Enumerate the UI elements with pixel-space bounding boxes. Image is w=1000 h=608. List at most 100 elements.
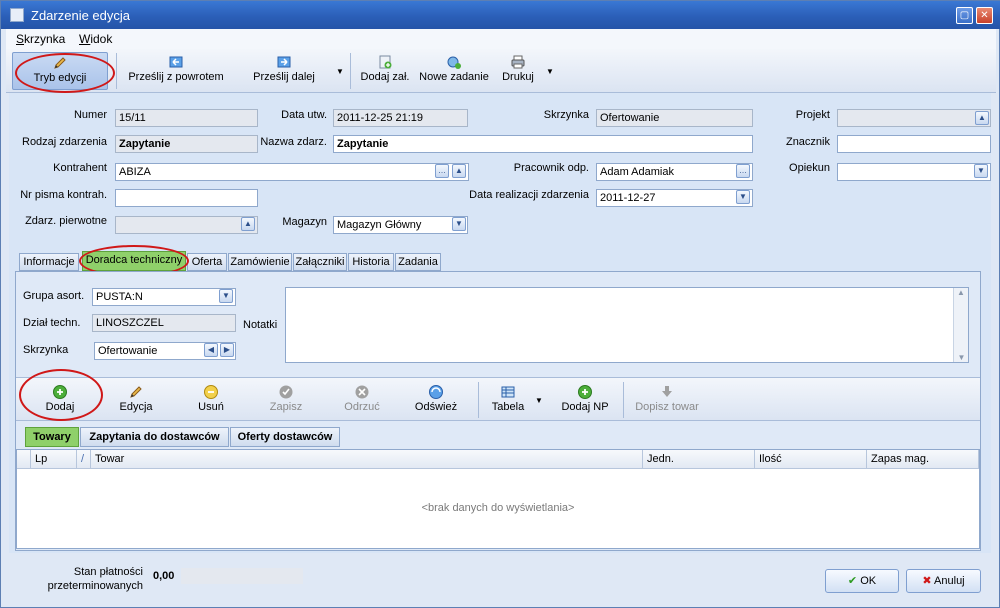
- opiekun-field[interactable]: [837, 163, 991, 181]
- send-back-label: Prześlij z powrotem: [128, 71, 224, 83]
- add-item-label: Dopisz towar: [635, 401, 699, 413]
- pracownik-browse-icon[interactable]: …: [736, 164, 750, 178]
- ok-button[interactable]: ✔ OK: [825, 569, 899, 593]
- kontrahent-browse-icon[interactable]: …: [435, 164, 449, 178]
- table-button[interactable]: Tabela: [486, 382, 530, 418]
- tab-zalaczniki[interactable]: Załączniki: [293, 253, 347, 271]
- delete-label: Usuń: [198, 401, 224, 413]
- save-button[interactable]: Zapisz: [256, 382, 316, 418]
- send-forward-dropdown-icon[interactable]: ▼: [336, 67, 344, 76]
- grupa-dropdown-icon[interactable]: ▼: [219, 289, 233, 303]
- tab-towary[interactable]: Towary: [25, 427, 79, 447]
- toolbar-separator: [116, 53, 117, 89]
- stan-value-field: [181, 568, 303, 584]
- grupa-field[interactable]: PUSTA:N: [92, 288, 236, 306]
- menu-bar: Skrzynka Widok: [6, 29, 996, 49]
- tab-doradca-techniczny[interactable]: Doradca techniczny: [82, 251, 186, 271]
- add-attachment-label: Dodaj zał.: [360, 71, 410, 83]
- stan-value: 0,00: [153, 570, 175, 582]
- grid-header-jedn[interactable]: Jedn.: [643, 450, 755, 469]
- tab-informacje[interactable]: Informacje: [19, 253, 79, 271]
- nr-pisma-label: Nr pisma kontrah.: [20, 189, 107, 201]
- add-attachment-button[interactable]: Dodaj zał.: [356, 52, 414, 90]
- table-icon: [500, 384, 516, 400]
- maximize-button[interactable]: ▢: [956, 7, 973, 24]
- print-dropdown-icon[interactable]: ▼: [546, 67, 554, 76]
- grid-header-ilosc[interactable]: Ilość: [755, 450, 867, 469]
- send-forward-label: Prześlij dalej: [253, 71, 315, 83]
- magazyn-dropdown-icon[interactable]: ▼: [452, 217, 466, 231]
- tab-zadania[interactable]: Zadania: [395, 253, 441, 271]
- add-icon: [52, 384, 68, 400]
- skrzynka-next-icon[interactable]: ▶: [220, 343, 234, 357]
- menu-skrzynka[interactable]: Skrzynka: [16, 32, 65, 46]
- pracownik-field[interactable]: Adam Adamiak: [596, 163, 753, 181]
- add-np-button[interactable]: Dodaj NP: [554, 382, 616, 418]
- send-forward-button[interactable]: Prześlij dalej: [242, 52, 326, 90]
- skrzynka-prev-icon[interactable]: ◀: [204, 343, 218, 357]
- data-realizacji-field[interactable]: 2011-12-27: [596, 189, 753, 207]
- dialog-window: Zdarzenie edycja ▢ ✕ Skrzynka Widok Tryb…: [0, 0, 1000, 608]
- cancel-icon: ✖: [922, 575, 932, 587]
- zdarz-pierwotne-field[interactable]: [115, 216, 258, 234]
- print-button[interactable]: Drukuj: [496, 52, 540, 90]
- magazyn-field[interactable]: Magazyn Główny: [333, 216, 468, 234]
- ok-label: OK: [860, 575, 877, 587]
- delete-button[interactable]: Usuń: [182, 382, 240, 418]
- tab-zamowienie[interactable]: Zamówienie: [228, 253, 292, 271]
- refresh-label: Odśwież: [414, 401, 458, 413]
- magazyn-label: Magazyn: [282, 216, 327, 228]
- opiekun-dropdown-icon[interactable]: ▼: [974, 164, 988, 178]
- cancel-button[interactable]: ✖ Anuluj: [906, 569, 981, 593]
- refresh-icon: [428, 384, 444, 400]
- znacznik-field[interactable]: [837, 135, 991, 153]
- notatki-label: Notatki: [243, 319, 278, 331]
- panel-skrzynka-label: Skrzynka: [23, 344, 69, 356]
- add-button[interactable]: Dodaj: [30, 382, 90, 418]
- nazwa-label: Nazwa zdarz.: [260, 136, 327, 148]
- printer-icon: [510, 54, 526, 70]
- menu-widok[interactable]: Widok: [79, 32, 112, 46]
- znacznik-label: Znacznik: [785, 136, 830, 148]
- tab-oferty-dostawcow[interactable]: Oferty dostawców: [230, 427, 340, 447]
- kontrahent-field[interactable]: ABIZA: [115, 163, 469, 181]
- add-np-label: Dodaj NP: [561, 401, 609, 413]
- notatki-scrollbar[interactable]: ▲ ▼: [953, 288, 968, 362]
- grid-header-lp[interactable]: Lp: [31, 450, 77, 469]
- toolbar-separator: [478, 382, 479, 418]
- grid-header-towar[interactable]: Towar: [91, 450, 643, 469]
- grupa-label: Grupa asort.: [23, 290, 85, 302]
- title-bar: Zdarzenie edycja ▢ ✕: [1, 1, 1000, 29]
- tab-historia[interactable]: Historia: [348, 253, 394, 271]
- new-task-button[interactable]: Nowe zadanie: [416, 52, 492, 90]
- pracownik-label: Pracownik odp.: [513, 162, 589, 174]
- tab-zapytania-do-dostawcow[interactable]: Zapytania do dostawców: [80, 427, 229, 447]
- discard-label: Odrzuć: [344, 401, 380, 413]
- data-realizacji-dropdown-icon[interactable]: ▼: [736, 190, 750, 204]
- kontrahent-spin-icon[interactable]: ▲: [452, 164, 466, 178]
- discard-button[interactable]: Odrzuć: [332, 382, 392, 418]
- notatki-textarea[interactable]: [285, 287, 969, 363]
- send-back-button[interactable]: Prześlij z powrotem: [124, 52, 228, 90]
- save-label: Zapisz: [269, 401, 303, 413]
- sort-indicator-icon[interactable]: /: [77, 450, 91, 469]
- tab-oferta[interactable]: Oferta: [187, 253, 227, 271]
- app-icon: [10, 8, 24, 22]
- kontrahent-label: Kontrahent: [53, 162, 107, 174]
- grid-header-zapas-mag[interactable]: Zapas mag.: [867, 450, 979, 469]
- refresh-button[interactable]: Odśwież: [406, 382, 466, 418]
- edit-button[interactable]: Edycja: [106, 382, 166, 418]
- nazwa-field[interactable]: Zapytanie: [333, 135, 753, 153]
- send-back-icon: [168, 54, 184, 70]
- zdarz-pierwotne-spin-icon[interactable]: ▲: [241, 217, 255, 231]
- projekt-field[interactable]: ▲: [837, 109, 991, 127]
- add-item-button[interactable]: Dopisz towar: [630, 382, 704, 418]
- edit-mode-button[interactable]: Tryb edycji: [12, 52, 108, 90]
- table-dropdown-icon[interactable]: ▼: [535, 396, 543, 405]
- nr-pisma-field[interactable]: [115, 189, 258, 207]
- dzial-label: Dział techn.: [23, 317, 81, 329]
- projekt-spin-icon[interactable]: ▲: [975, 111, 989, 125]
- stan-label-2: przeterminowanych: [47, 580, 143, 592]
- close-button[interactable]: ✕: [976, 7, 993, 24]
- print-label: Drukuj: [502, 71, 534, 83]
